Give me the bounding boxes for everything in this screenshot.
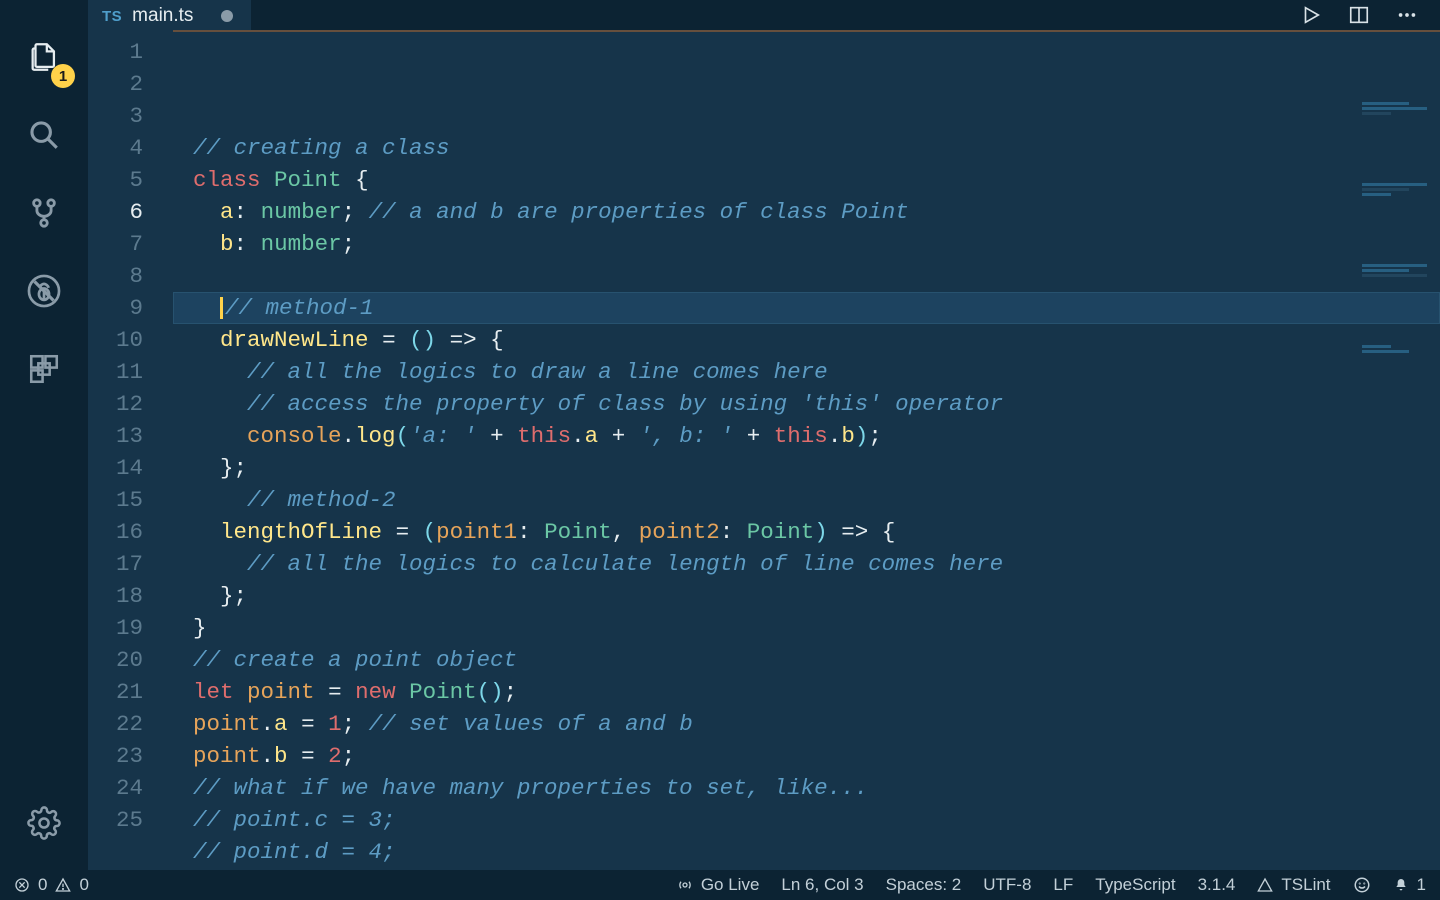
activity-bar: 1: [0, 0, 88, 870]
line-number: 15: [88, 484, 173, 516]
line-number: 11: [88, 356, 173, 388]
line-number: 13: [88, 420, 173, 452]
status-indentation[interactable]: Spaces: 2: [886, 875, 962, 895]
line-number: 20: [88, 644, 173, 676]
editor-actions: [1296, 0, 1440, 30]
code-line[interactable]: // all the logics to calculate length of…: [173, 548, 1440, 580]
status-language[interactable]: TypeScript: [1095, 875, 1175, 895]
explorer-icon[interactable]: 1: [19, 32, 69, 82]
editor-tab[interactable]: TS main.ts: [88, 0, 251, 30]
code-line[interactable]: lengthOfLine = (point1: Point, point2: P…: [173, 516, 1440, 548]
status-feedback-icon[interactable]: [1353, 876, 1371, 894]
status-warnings-count: 0: [79, 875, 88, 895]
split-editor-icon[interactable]: [1344, 0, 1374, 30]
line-number-gutter: 1234567891011121314151617181920212223242…: [88, 30, 173, 870]
status-eol[interactable]: LF: [1053, 875, 1073, 895]
source-control-icon[interactable]: [19, 188, 69, 238]
line-number: 4: [88, 132, 173, 164]
code-line[interactable]: // all the logics to draw a line comes h…: [173, 356, 1440, 388]
tab-dirty-indicator-icon: [221, 10, 233, 22]
status-encoding[interactable]: UTF-8: [983, 875, 1031, 895]
line-number: 9: [88, 292, 173, 324]
status-problems[interactable]: 0 0: [14, 875, 89, 895]
code-line[interactable]: class Point {: [173, 164, 1440, 196]
status-errors-count: 0: [38, 875, 47, 895]
status-linter[interactable]: TSLint: [1257, 875, 1330, 895]
status-ts-version[interactable]: 3.1.4: [1198, 875, 1236, 895]
tab-language-badge: TS: [102, 8, 122, 25]
code-line[interactable]: a: number; // a and b are properties of …: [173, 196, 1440, 228]
line-number: 25: [88, 804, 173, 836]
code-line[interactable]: // and so on...: [173, 868, 1440, 870]
line-number: 8: [88, 260, 173, 292]
settings-gear-icon[interactable]: [19, 798, 69, 848]
tab-bar: TS main.ts: [88, 0, 1440, 30]
code-line[interactable]: };: [173, 580, 1440, 612]
text-cursor: [220, 297, 223, 319]
code-line[interactable]: point.a = 1; // set values of a and b: [173, 708, 1440, 740]
code-line[interactable]: // creating a class: [173, 132, 1440, 164]
status-notifications[interactable]: 1: [1393, 875, 1426, 895]
code-line[interactable]: // point.d = 4;: [173, 836, 1440, 868]
run-icon[interactable]: [1296, 0, 1326, 30]
code-line[interactable]: [173, 260, 1440, 292]
line-number: 21: [88, 676, 173, 708]
extensions-icon[interactable]: [19, 344, 69, 394]
code-line[interactable]: // access the property of class by using…: [173, 388, 1440, 420]
line-number: 6: [88, 196, 173, 228]
editor-body[interactable]: 1234567891011121314151617181920212223242…: [88, 30, 1440, 870]
line-number: 18: [88, 580, 173, 612]
code-line[interactable]: console.log('a: ' + this.a + ', b: ' + t…: [173, 420, 1440, 452]
code-line[interactable]: // method-2: [173, 484, 1440, 516]
code-line[interactable]: // create a point object: [173, 644, 1440, 676]
line-number: 2: [88, 68, 173, 100]
line-number: 7: [88, 228, 173, 260]
explorer-badge: 1: [51, 64, 75, 88]
code-line[interactable]: };: [173, 452, 1440, 484]
editor-area: TS main.ts 12345678910111213141516171819…: [88, 0, 1440, 870]
code-line[interactable]: // point.c = 3;: [173, 804, 1440, 836]
line-number: 1: [88, 36, 173, 68]
line-number: 19: [88, 612, 173, 644]
code-line[interactable]: drawNewLine = () => {: [173, 324, 1440, 356]
line-number: 12: [88, 388, 173, 420]
code-content[interactable]: // creating a classclass Point { a: numb…: [173, 30, 1440, 870]
code-line[interactable]: b: number;: [173, 228, 1440, 260]
code-line[interactable]: point.b = 2;: [173, 740, 1440, 772]
line-number: 3: [88, 100, 173, 132]
tab-filename: main.ts: [132, 5, 193, 27]
line-number: 5: [88, 164, 173, 196]
line-number: 23: [88, 740, 173, 772]
line-number: 24: [88, 772, 173, 804]
line-number: 10: [88, 324, 173, 356]
code-line[interactable]: // what if we have many properties to se…: [173, 772, 1440, 804]
status-go-live[interactable]: Go Live: [677, 875, 760, 895]
search-icon[interactable]: [19, 110, 69, 160]
line-number: 16: [88, 516, 173, 548]
debug-icon[interactable]: [19, 266, 69, 316]
status-bar: 0 0 Go Live Ln 6, Col 3 Spaces: 2 UTF-8 …: [0, 870, 1440, 900]
line-number: 17: [88, 548, 173, 580]
line-number: 14: [88, 452, 173, 484]
code-line[interactable]: let point = new Point();: [173, 676, 1440, 708]
code-line[interactable]: // method-1: [173, 292, 1440, 324]
code-line[interactable]: }: [173, 612, 1440, 644]
line-number: 22: [88, 708, 173, 740]
more-actions-icon[interactable]: [1392, 0, 1422, 30]
status-cursor-position[interactable]: Ln 6, Col 3: [781, 875, 863, 895]
